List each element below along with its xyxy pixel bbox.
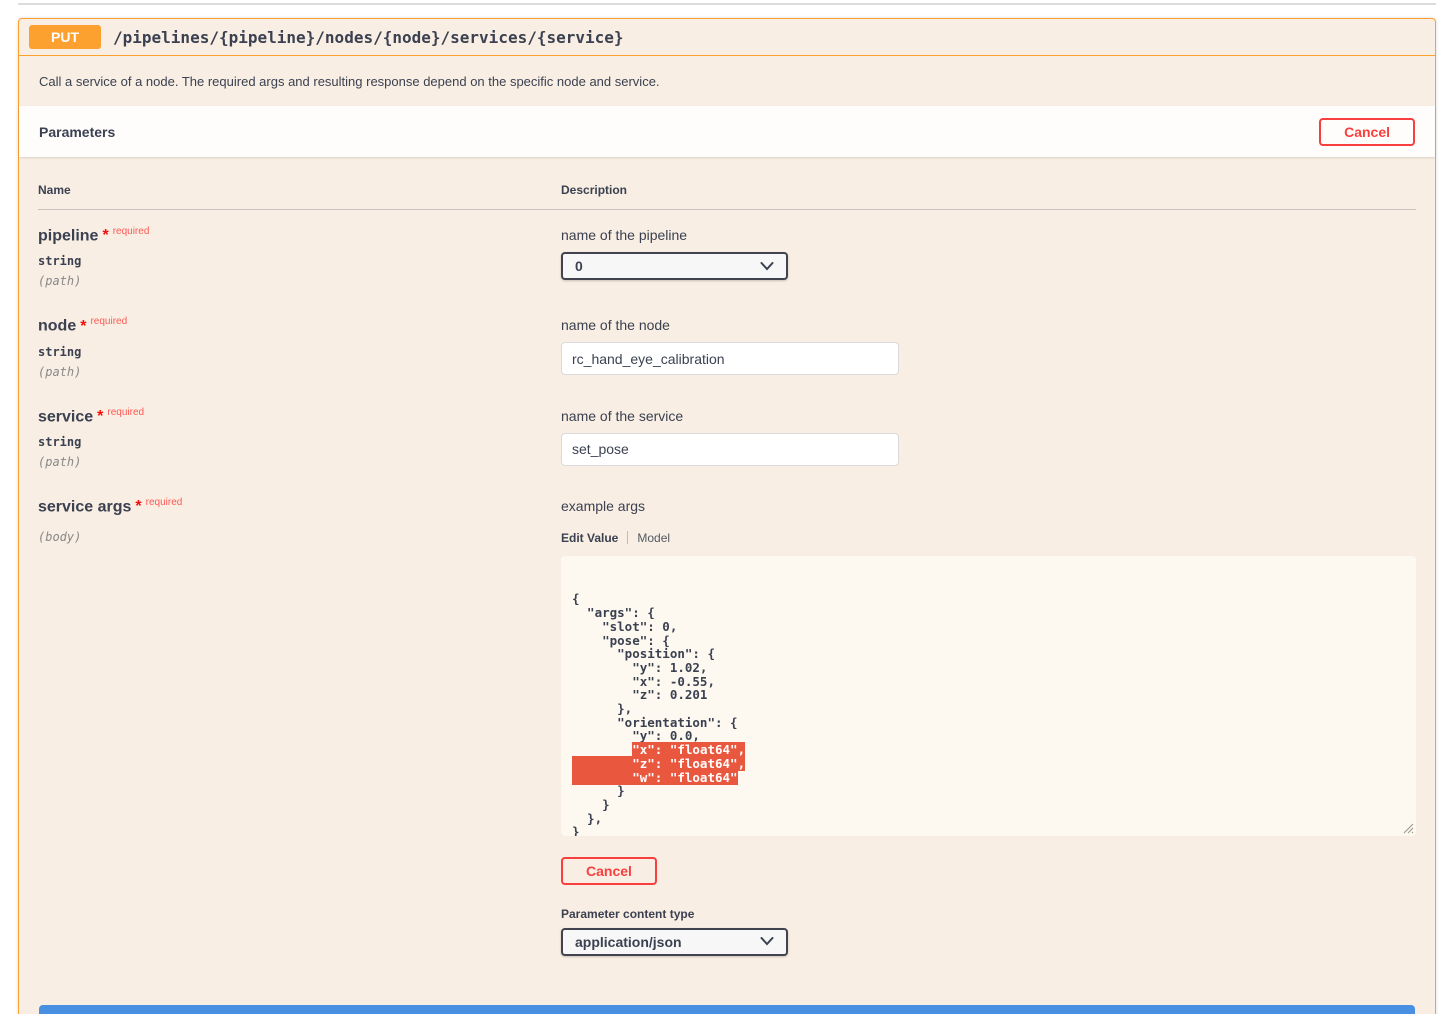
content-type-select-value: application/json bbox=[575, 934, 682, 950]
operation-summary[interactable]: PUT /pipelines/{pipeline}/nodes/{node}/s… bbox=[19, 19, 1435, 56]
table-header-row: Name Description bbox=[38, 157, 1416, 210]
content-type-select[interactable]: application/json bbox=[561, 928, 788, 956]
operation-description: Call a service of a node. The required a… bbox=[19, 56, 1435, 106]
node-name-input[interactable] bbox=[561, 342, 899, 375]
required-label: required bbox=[113, 226, 150, 237]
parameters-table: Name Description pipeline*required strin… bbox=[19, 157, 1435, 968]
required-asterisk: * bbox=[97, 408, 103, 425]
param-name: service args*required bbox=[38, 497, 561, 516]
section-divider bbox=[18, 3, 1436, 5]
parameters-title: Parameters bbox=[39, 124, 115, 140]
required-label: required bbox=[107, 407, 144, 418]
param-description: name of the service bbox=[561, 408, 1416, 424]
chevron-down-icon bbox=[760, 937, 774, 946]
param-name-cell: pipeline*required string (path) bbox=[38, 226, 561, 288]
param-description: name of the node bbox=[561, 317, 1416, 333]
param-location: (body) bbox=[38, 530, 561, 544]
param-row-pipeline: pipeline*required string (path) name of … bbox=[38, 210, 1416, 300]
param-type: string bbox=[38, 254, 561, 268]
required-label: required bbox=[90, 316, 127, 327]
chevron-down-icon bbox=[760, 262, 774, 271]
param-name: pipeline*required bbox=[38, 226, 561, 245]
body-editor[interactable]: { "args": { "slot": 0, "pose": { "positi… bbox=[561, 556, 1416, 836]
param-name: node*required bbox=[38, 316, 561, 335]
param-type: string bbox=[38, 435, 561, 449]
param-description-cell: example args Edit Value Model { "args": … bbox=[561, 497, 1416, 956]
service-name-input[interactable] bbox=[561, 433, 899, 466]
param-location: (path) bbox=[38, 455, 561, 469]
name-column-header: Name bbox=[38, 183, 561, 197]
param-location: (path) bbox=[38, 365, 561, 379]
operation-path: /pipelines/{pipeline}/nodes/{node}/servi… bbox=[113, 28, 624, 47]
param-description-cell: name of the service bbox=[561, 407, 1416, 469]
param-description-cell: name of the node bbox=[561, 316, 1416, 378]
tab-edit-value[interactable]: Edit Value bbox=[561, 531, 618, 545]
required-asterisk: * bbox=[102, 227, 108, 244]
param-name-cell: service args*required (body) bbox=[38, 497, 561, 956]
param-name-cell: service*required string (path) bbox=[38, 407, 561, 469]
content-type-label: Parameter content type bbox=[561, 907, 1416, 921]
body-editor-tabs: Edit Value Model bbox=[561, 531, 1416, 545]
resize-grip-icon[interactable] bbox=[1402, 822, 1414, 834]
param-location: (path) bbox=[38, 274, 561, 288]
param-row-service: service*required string (path) name of t… bbox=[38, 391, 1416, 481]
editor-cancel-button[interactable]: Cancel bbox=[561, 857, 657, 885]
required-asterisk: * bbox=[135, 498, 141, 515]
param-row-service-args: service args*required (body) example arg… bbox=[38, 481, 1416, 968]
param-description: name of the pipeline bbox=[561, 227, 1416, 243]
param-row-node: node*required string (path) name of the … bbox=[38, 300, 1416, 390]
description-column-header: Description bbox=[561, 183, 1416, 197]
tab-separator bbox=[627, 531, 628, 544]
param-type: string bbox=[38, 345, 561, 359]
parameters-section-header: Parameters Cancel bbox=[19, 106, 1435, 157]
execute-section: Execute bbox=[19, 968, 1435, 1014]
http-method-badge: PUT bbox=[29, 25, 101, 49]
param-name: service*required bbox=[38, 407, 561, 426]
param-description-cell: name of the pipeline 0 bbox=[561, 226, 1416, 288]
param-description: example args bbox=[561, 498, 1416, 514]
cancel-button[interactable]: Cancel bbox=[1319, 118, 1415, 146]
pipeline-select-value: 0 bbox=[575, 258, 583, 274]
pipeline-select[interactable]: 0 bbox=[561, 252, 788, 280]
execute-button[interactable]: Execute bbox=[39, 1005, 1415, 1014]
required-label: required bbox=[146, 497, 183, 508]
tab-model[interactable]: Model bbox=[637, 531, 670, 545]
opblock-put: PUT /pipelines/{pipeline}/nodes/{node}/s… bbox=[18, 18, 1436, 1014]
param-name-cell: node*required string (path) bbox=[38, 316, 561, 378]
required-asterisk: * bbox=[80, 318, 86, 335]
